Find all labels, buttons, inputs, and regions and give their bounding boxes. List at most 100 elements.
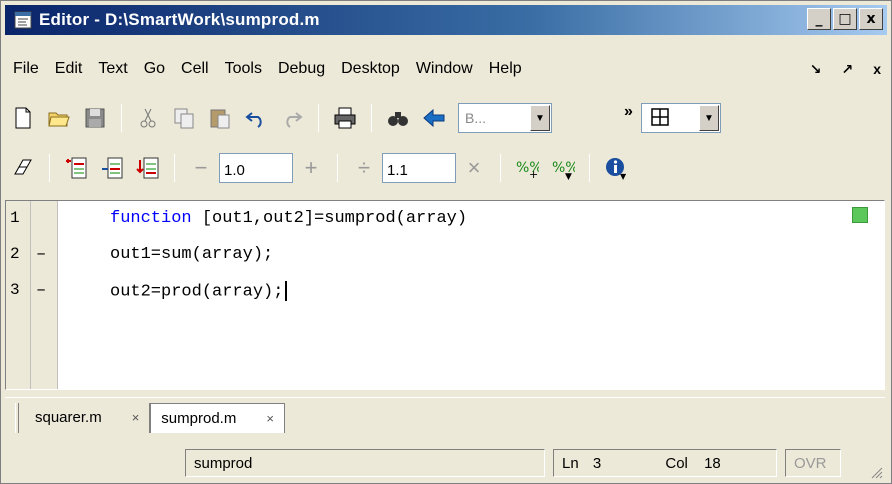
toolbar-separator <box>174 154 175 182</box>
increment-value-field[interactable]: 1.0 <box>219 153 293 183</box>
print-icon[interactable] <box>330 103 360 133</box>
svg-text:▼: ▼ <box>620 172 627 180</box>
copy-icon[interactable] <box>169 103 199 133</box>
menu-edit[interactable]: Edit <box>47 57 91 81</box>
code-text[interactable]: function [out1,out2]=sumprod(array) <box>110 209 467 228</box>
breakpoint-marker[interactable]: – <box>36 281 52 300</box>
multiply-button[interactable]: × <box>462 155 486 181</box>
code-line[interactable]: 1 function [out1,out2]=sumprod(array) <box>6 209 846 239</box>
stack-combo[interactable]: B... ▼ <box>458 103 552 133</box>
menu-go[interactable]: Go <box>136 57 173 81</box>
toolbar-overflow-icon[interactable]: » <box>624 103 633 121</box>
code-analyzer-status-indicator[interactable] <box>852 207 868 223</box>
toolbar-separator <box>371 104 372 132</box>
percent-menu-icon[interactable]: %%▼ <box>548 153 578 183</box>
document-tabs: squarer.m × sumprod.m × <box>5 397 885 437</box>
code-line[interactable]: 2 – out1=sum(array); <box>6 245 846 275</box>
col-label: Col <box>665 455 688 472</box>
maximize-button[interactable]: □ <box>833 8 857 30</box>
window-title: Editor - D:\SmartWork\sumprod.m <box>39 10 320 29</box>
menu-tools[interactable]: Tools <box>217 57 270 81</box>
menu-cell[interactable]: Cell <box>173 57 217 81</box>
close-document-icon[interactable]: x <box>873 57 881 81</box>
menu-window[interactable]: Window <box>408 57 481 81</box>
menu-debug[interactable]: Debug <box>270 57 333 81</box>
code-line[interactable]: 3 – out2=prod(array); <box>6 281 846 311</box>
svg-text:▼: ▼ <box>565 172 572 180</box>
decrement-button[interactable]: − <box>189 155 213 181</box>
cell-mode-icon[interactable] <box>8 153 38 183</box>
toolbar-separator <box>500 154 501 182</box>
stack-combo-value: B... <box>465 110 487 126</box>
code-text[interactable]: out2=prod(array); <box>110 281 288 302</box>
paste-icon[interactable] <box>205 103 235 133</box>
code-token: [out1,out2]=sumprod(array) <box>191 209 468 228</box>
line-number: 2 <box>10 245 20 263</box>
tab-grip[interactable] <box>15 402 19 433</box>
menu-bar: File Edit Text Go Cell Tools Debug Deskt… <box>5 57 887 81</box>
grid-layout-icon <box>642 107 670 130</box>
editor-window: Editor - D:\SmartWork\sumprod.m _ □ x Fi… <box>0 0 892 484</box>
cell-toolbar: − 1.0 + ÷ 1.1 × %%+ %%▼ ▼ <box>5 146 887 190</box>
layout-combo[interactable]: ▼ <box>640 103 721 133</box>
tab-sumprod[interactable]: sumprod.m × <box>150 402 285 433</box>
keyword-token: function <box>110 209 192 228</box>
line-number: 3 <box>10 281 20 299</box>
close-button[interactable]: x <box>859 8 883 30</box>
tab-label: squarer.m <box>35 409 102 426</box>
chevron-down-icon[interactable]: ▼ <box>698 105 719 131</box>
status-function-name: sumprod <box>185 449 545 477</box>
tab-close-icon[interactable]: × <box>132 410 140 425</box>
menu-file[interactable]: File <box>5 57 47 81</box>
menu-desktop[interactable]: Desktop <box>333 57 408 81</box>
back-icon[interactable] <box>419 103 449 133</box>
toolbar-separator <box>589 154 590 182</box>
overwrite-mode-indicator: OVR <box>785 449 841 477</box>
insert-cell-below-icon[interactable] <box>133 153 163 183</box>
menu-help[interactable]: Help <box>481 57 530 81</box>
divide-button[interactable]: ÷ <box>352 155 376 181</box>
save-icon[interactable] <box>80 103 110 133</box>
code-token: out1=sum(array); <box>110 245 274 264</box>
main-toolbar: B... ▼ » ▼ <box>5 96 887 140</box>
undock-icon[interactable]: ↗ <box>841 57 853 81</box>
tab-label: sumprod.m <box>161 409 237 427</box>
insert-cell-left-icon[interactable] <box>97 153 127 183</box>
status-position: Ln 3 Col 18 <box>553 449 777 477</box>
menu-text[interactable]: Text <box>90 57 135 81</box>
toolbar-separator <box>121 104 122 132</box>
title-bar[interactable]: Editor - D:\SmartWork\sumprod.m _ □ x <box>5 5 887 35</box>
tab-close-icon[interactable]: × <box>266 411 274 426</box>
percent-add-icon[interactable]: %%+ <box>512 153 542 183</box>
minimize-button[interactable]: _ <box>807 8 831 30</box>
code-editor[interactable]: 1 function [out1,out2]=sumprod(array) 2 … <box>5 200 885 390</box>
text-caret <box>285 281 288 301</box>
toolbar-separator <box>49 154 50 182</box>
open-folder-icon[interactable] <box>44 103 74 133</box>
find-icon[interactable] <box>383 103 413 133</box>
svg-text:+: + <box>529 168 538 180</box>
col-value: 18 <box>704 455 721 472</box>
status-bar: sumprod Ln 3 Col 18 OVR <box>5 443 885 481</box>
redo-icon[interactable] <box>277 103 307 133</box>
insert-cell-above-icon[interactable] <box>61 153 91 183</box>
ln-value: 3 <box>592 455 602 472</box>
tab-squarer[interactable]: squarer.m × <box>25 402 151 433</box>
info-icon[interactable]: ▼ <box>601 153 631 183</box>
editor-app-icon <box>13 10 33 30</box>
toolbar-separator <box>318 104 319 132</box>
ln-label: Ln <box>562 455 579 472</box>
cut-icon[interactable] <box>133 103 163 133</box>
divide-value-field[interactable]: 1.1 <box>382 153 456 183</box>
toolbar-separator <box>337 154 338 182</box>
increment-button[interactable]: + <box>299 155 323 181</box>
chevron-down-icon[interactable]: ▼ <box>530 105 550 131</box>
code-text[interactable]: out1=sum(array); <box>110 245 273 264</box>
breakpoint-marker[interactable]: – <box>36 245 52 264</box>
undo-icon[interactable] <box>241 103 271 133</box>
code-token: out2=prod(array); <box>110 282 284 302</box>
dock-icon[interactable]: ↘ <box>810 57 822 81</box>
line-number: 1 <box>10 209 20 227</box>
resize-grip-icon[interactable] <box>869 465 883 479</box>
new-file-icon[interactable] <box>8 103 38 133</box>
